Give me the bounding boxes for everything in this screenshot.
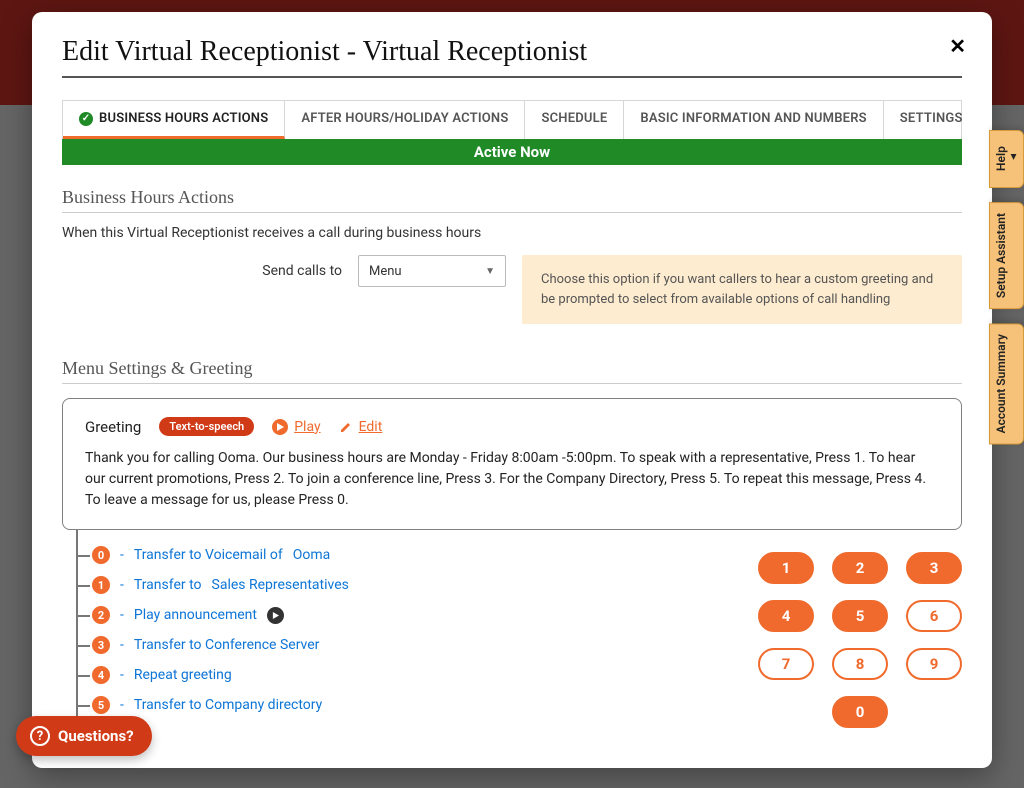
chevron-down-icon: ▼ (485, 266, 495, 277)
play-icon (272, 419, 288, 435)
tab-label: AFTER HOURS/HOLIDAY ACTIONS (301, 111, 508, 126)
play-icon[interactable] (267, 607, 284, 624)
questions-label: Questions? (58, 727, 134, 745)
keypad-3[interactable]: 3 (906, 552, 962, 584)
greeting-label: Greeting (85, 418, 141, 436)
tab-bar: ✓ BUSINESS HOURS ACTIONS AFTER HOURS/HOLI… (62, 100, 962, 139)
key-badge: 0 (92, 546, 110, 564)
side-tab-account-summary[interactable]: Account Summary (989, 323, 1024, 444)
edit-virtual-receptionist-modal: Edit Virtual Receptionist - Virtual Rece… (32, 12, 992, 768)
menu-target: Sales Representatives (212, 577, 349, 593)
dash: - (120, 697, 124, 713)
menu-item-3[interactable]: 3 - Transfer to Conference Server (92, 630, 720, 660)
tab-business-hours-actions[interactable]: ✓ BUSINESS HOURS ACTIONS (63, 101, 285, 139)
menu-item-4[interactable]: 4 - Repeat greeting (92, 660, 720, 690)
menu-target: Ooma (293, 547, 331, 563)
menu-action: Repeat greeting (134, 667, 232, 683)
greeting-text: Thank you for calling Ooma. Our business… (85, 448, 939, 511)
dash: - (120, 607, 124, 623)
send-calls-select[interactable]: Menu ▼ (358, 255, 506, 287)
keypad: 1 2 3 4 5 6 7 8 9 0 (740, 540, 962, 728)
side-tab-label: Setup Assistant (994, 213, 1008, 298)
tab-label: BASIC INFORMATION AND NUMBERS (640, 111, 866, 126)
dash: - (120, 667, 124, 683)
menu-action: Play announcement (134, 607, 257, 623)
dash: - (120, 577, 124, 593)
tab-label: SETTINGS (900, 111, 963, 126)
tab-settings[interactable]: SETTINGS (884, 101, 979, 139)
side-tabs: Help▲ Setup Assistant Account Summary (989, 130, 1024, 445)
text-to-speech-badge: Text-to-speech (159, 417, 254, 436)
keypad-4[interactable]: 4 (758, 600, 814, 632)
tab-label: BUSINESS HOURS ACTIONS (99, 111, 268, 126)
tab-basic-information-and-numbers[interactable]: BASIC INFORMATION AND NUMBERS (624, 101, 883, 139)
keypad-8[interactable]: 8 (832, 648, 888, 680)
check-icon: ✓ (79, 112, 93, 126)
tab-after-hours-holiday-actions[interactable]: AFTER HOURS/HOLIDAY ACTIONS (285, 101, 525, 139)
side-tab-setup-assistant[interactable]: Setup Assistant (989, 202, 1024, 309)
keypad-1[interactable]: 1 (758, 552, 814, 584)
keypad-2[interactable]: 2 (832, 552, 888, 584)
keypad-9[interactable]: 9 (906, 648, 962, 680)
dash: - (120, 547, 124, 563)
active-now-banner: Active Now (62, 139, 962, 165)
play-greeting-link[interactable]: Play (272, 419, 320, 435)
keypad-5[interactable]: 5 (832, 600, 888, 632)
question-icon: ? (30, 726, 50, 746)
greeting-card: Greeting Text-to-speech Play Edit Thank … (62, 398, 962, 530)
key-badge: 1 (92, 576, 110, 594)
keypad-7[interactable]: 7 (758, 648, 814, 680)
questions-button[interactable]: ? Questions? (16, 716, 152, 756)
send-calls-label: Send calls to (62, 255, 342, 279)
menu-action: Transfer to Conference Server (134, 637, 320, 653)
play-label: Play (294, 419, 320, 435)
tab-label: SCHEDULE (541, 111, 607, 126)
select-value: Menu (369, 264, 402, 279)
modal-title: Edit Virtual Receptionist - Virtual Rece… (62, 36, 962, 68)
side-tab-label: Account Summary (994, 334, 1008, 433)
side-tab-label: Help (994, 147, 1008, 172)
send-calls-row: Send calls to Menu ▼ Choose this option … (62, 255, 962, 324)
menu-action: Transfer to (134, 577, 202, 593)
tab-schedule[interactable]: SCHEDULE (525, 101, 624, 139)
menu-item-0[interactable]: 0 - Transfer to Voicemail of Ooma (92, 540, 720, 570)
edit-greeting-link[interactable]: Edit (339, 419, 383, 435)
menu-item-2[interactable]: 2 - Play announcement (92, 600, 720, 630)
title-divider (62, 76, 962, 78)
send-calls-info: Choose this option if you want callers t… (522, 255, 962, 324)
chevron-up-icon: ▲ (1008, 141, 1019, 173)
business-hours-description: When this Virtual Receptionist receives … (62, 225, 962, 241)
key-badge: 4 (92, 666, 110, 684)
menu-item-add[interactable]: + (92, 720, 720, 750)
key-badge: 2 (92, 606, 110, 624)
section-menu-settings-title: Menu Settings & Greeting (62, 358, 962, 384)
menu-tree: 0 - Transfer to Voicemail of Ooma 1 - Tr… (62, 540, 720, 750)
key-badge: 5 (92, 696, 110, 714)
menu-action: Transfer to Company directory (134, 697, 322, 713)
menu-item-1[interactable]: 1 - Transfer to Sales Representatives (92, 570, 720, 600)
menu-item-5[interactable]: 5 - Transfer to Company directory (92, 690, 720, 720)
key-badge: 3 (92, 636, 110, 654)
section-business-hours-title: Business Hours Actions (62, 187, 962, 213)
close-icon[interactable]: ✕ (949, 34, 966, 58)
menu-action: Transfer to Voicemail of (134, 547, 283, 563)
keypad-0[interactable]: 0 (832, 696, 888, 728)
edit-label: Edit (359, 419, 383, 435)
side-tab-help[interactable]: Help▲ (989, 130, 1024, 188)
pencil-icon (339, 420, 353, 434)
keypad-6[interactable]: 6 (906, 600, 962, 632)
dash: - (120, 637, 124, 653)
